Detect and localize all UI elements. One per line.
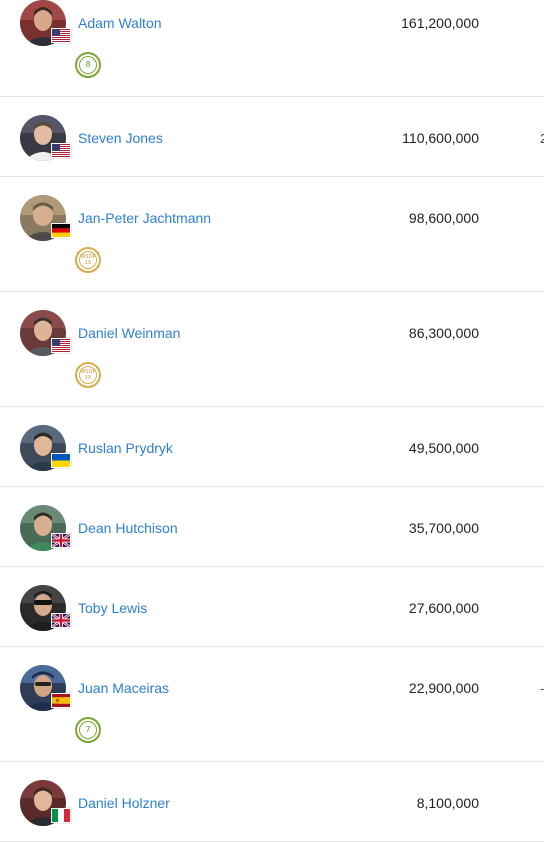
cut-off-value: 2 (540, 131, 544, 146)
flag-us-icon (51, 338, 71, 353)
wsop-bracelet-badge-icon: WSOP 1X (75, 362, 101, 388)
player-amount: 98,600,000 (408, 210, 479, 226)
flag-us-icon (51, 28, 71, 43)
player-amount: 22,900,000 (408, 680, 479, 696)
badge-text: 7 (85, 725, 91, 734)
player-name-link[interactable]: Juan Maceiras (78, 680, 169, 696)
player-name-link[interactable]: Ruslan Prydryk (78, 440, 173, 456)
flag-es-icon (51, 693, 71, 708)
wsop-bracelet-badge-icon: WSOP 1X (75, 247, 101, 273)
cut-off-value: - (540, 681, 544, 696)
player-amount: 49,500,000 (408, 440, 479, 456)
flag-gb-icon (51, 613, 71, 628)
player-name-link[interactable]: Jan-Peter Jachtmann (78, 210, 211, 226)
player-row: Dean Hutchison 35,700,000 (0, 487, 544, 567)
player-name-link[interactable]: Daniel Holzner (78, 795, 170, 811)
achievement-badge-icon: 7 (75, 717, 101, 743)
player-name-link[interactable]: Toby Lewis (78, 600, 147, 616)
player-row: Steven Jones 110,600,000 2 (0, 97, 544, 177)
flag-ua-icon (51, 453, 71, 468)
badge-text: WSOP 1X (80, 254, 96, 266)
player-amount: 8,100,000 (416, 795, 479, 811)
flag-de-icon (51, 223, 71, 238)
player-row: Jan-Peter Jachtmann 98,600,000 WSOP 1X (0, 177, 544, 292)
badge-text: 8 (85, 60, 91, 69)
flag-it-icon (51, 808, 71, 823)
player-row: Daniel Weinman 86,300,000 WSOP 1X (0, 292, 544, 407)
achievement-badge-icon: 8 (75, 52, 101, 78)
player-row: Juan Maceiras 22,900,000 - 7 (0, 647, 544, 762)
player-name-link[interactable]: Adam Walton (78, 15, 162, 31)
player-row: Adam Walton 161,200,000 8 (0, 0, 544, 97)
player-row: Daniel Holzner 8,100,000 (0, 762, 544, 842)
player-row: Ruslan Prydryk 49,500,000 (0, 407, 544, 487)
flag-us-icon (51, 143, 71, 158)
player-amount: 35,700,000 (408, 520, 479, 536)
player-name-link[interactable]: Steven Jones (78, 130, 163, 146)
player-amount: 161,200,000 (401, 15, 479, 31)
flag-gb-icon (51, 533, 71, 548)
player-row: Toby Lewis 27,600,000 (0, 567, 544, 647)
player-amount: 110,600,000 (402, 130, 479, 146)
player-amount: 86,300,000 (408, 325, 479, 341)
player-name-link[interactable]: Dean Hutchison (78, 520, 178, 536)
badge-text: WSOP 1X (80, 369, 96, 381)
player-list: Adam Walton 161,200,000 8 Steven Jones 1… (0, 0, 544, 842)
player-name-link[interactable]: Daniel Weinman (78, 325, 180, 341)
player-amount: 27,600,000 (408, 600, 479, 616)
